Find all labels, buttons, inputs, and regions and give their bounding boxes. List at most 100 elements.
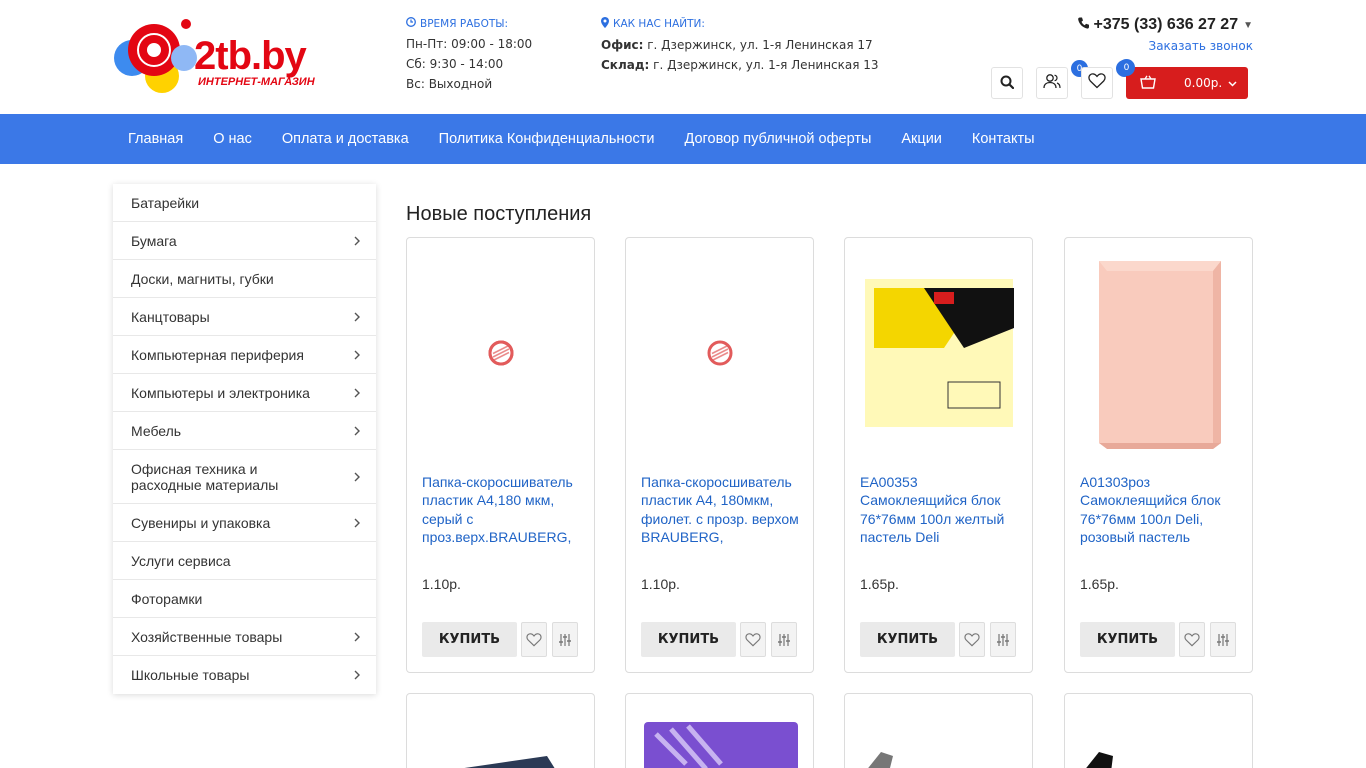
chevron-right-icon: [354, 309, 360, 325]
phone-icon: [1077, 16, 1089, 34]
chevron-right-icon: [354, 469, 360, 485]
sidebar-category-item[interactable]: Компьютеры и электроника: [113, 374, 376, 412]
product-card[interactable]: [844, 693, 1033, 768]
nav-about[interactable]: О нас: [198, 131, 267, 147]
nav-contacts[interactable]: Контакты: [957, 131, 1050, 147]
sidebar-category-label: Батарейки: [131, 194, 200, 211]
nav-privacy-policy[interactable]: Политика Конфиденциальности: [424, 131, 670, 147]
sidebar-category-item[interactable]: Бумага: [113, 222, 376, 260]
product-name[interactable]: Папка-скоросшиватель пластик А4, 180мкм,…: [641, 473, 801, 565]
product-card[interactable]: Папка-скоросшиватель пластик А4,180 мкм,…: [406, 237, 595, 673]
product-image[interactable]: [626, 238, 813, 468]
buy-button[interactable]: КУПИТЬ: [641, 622, 736, 657]
sidebar-category-item[interactable]: Хозяйственные товары: [113, 618, 376, 656]
buy-button[interactable]: КУПИТЬ: [860, 622, 955, 657]
sidebar-category-item[interactable]: Фоторамки: [113, 580, 376, 618]
sidebar-category-item[interactable]: Школьные товары: [113, 656, 376, 694]
working-hours-title: ВРЕМЯ РАБОТЫ:: [406, 17, 532, 30]
add-to-wishlist-button[interactable]: [959, 622, 985, 657]
compare-sliders-icon: [1217, 633, 1229, 646]
site-header: 2tb.by ИНТЕРНЕТ-МАГАЗИН ВРЕМЯ РАБОТЫ: Пн…: [0, 0, 1366, 114]
site-logo[interactable]: 2tb.by ИНТЕРНЕТ-МАГАЗИН: [112, 14, 348, 96]
no-image-icon: [488, 340, 513, 366]
nav-public-offer[interactable]: Договор публичной оферты: [670, 131, 887, 147]
sidebar-category-item[interactable]: Канцтовары: [113, 298, 376, 336]
section-title: Новые поступления: [406, 203, 592, 225]
warehouse-address: Склад: г. Дзержинск, ул. 1-я Ленинская 1…: [601, 58, 879, 72]
compare-sliders-icon: [559, 633, 571, 646]
add-to-compare-button[interactable]: [552, 622, 578, 657]
clock-icon: [406, 17, 416, 30]
chevron-right-icon: [354, 515, 360, 531]
office-address: Офис: г. Дзержинск, ул. 1-я Ленинская 17: [601, 38, 873, 52]
heart-icon: [1184, 632, 1200, 646]
product-image[interactable]: [845, 238, 1032, 468]
sidebar-category-item[interactable]: Услуги сервиса: [113, 542, 376, 580]
chevron-right-icon: [354, 385, 360, 401]
product-price: 1.65р.: [1080, 576, 1119, 592]
phone-number[interactable]: +375 (33) 636 27 27 ▼: [1077, 16, 1253, 34]
product-image: [464, 756, 555, 768]
search-button[interactable]: [991, 67, 1023, 99]
chevron-down-icon: [1228, 76, 1237, 90]
logo-emblem: [114, 19, 197, 93]
nav-payment-delivery[interactable]: Оплата и доставка: [267, 131, 424, 147]
product-price: 1.65р.: [860, 576, 899, 592]
product-price: 1.10р.: [422, 576, 461, 592]
hours-saturday: Сб: 9:30 - 14:00: [406, 57, 504, 71]
add-to-compare-button[interactable]: [1210, 622, 1236, 657]
category-sidebar: Батарейки Бумага Доски, магниты, губки Канц…: [113, 184, 376, 694]
heart-icon: [745, 632, 761, 646]
heart-icon: [526, 632, 542, 646]
sidebar-category-label: Мебель: [131, 422, 182, 439]
sidebar-category-label: Офисная техника и расходные материалы: [131, 460, 279, 493]
add-to-wishlist-button[interactable]: [740, 622, 766, 657]
sidebar-category-item[interactable]: Офисная техника и расходные материалы: [113, 450, 376, 504]
heart-icon: [964, 632, 980, 646]
buy-button[interactable]: КУПИТЬ: [422, 622, 517, 657]
product-image: [868, 752, 893, 768]
product-card[interactable]: [625, 693, 814, 768]
location-info: КАК НАС НАЙТИ: Офис: г. Дзержинск, ул. 1…: [601, 17, 879, 75]
cart-button[interactable]: 0 0.00р.: [1118, 59, 1248, 99]
nav-promotions[interactable]: Акции: [886, 131, 957, 147]
product-card[interactable]: EA00353 Самоклеящийся блок 76*76мм 100л …: [844, 237, 1033, 673]
heart-icon: [1088, 73, 1106, 93]
product-card[interactable]: [1064, 693, 1253, 768]
compare-sliders-icon: [997, 633, 1009, 646]
account-button[interactable]: 0: [1036, 60, 1088, 99]
buy-button[interactable]: КУПИТЬ: [1080, 622, 1175, 657]
product-card[interactable]: Папка-скоросшиватель пластик А4, 180мкм,…: [625, 237, 814, 673]
cart-count-badge: 0: [1118, 59, 1135, 76]
sidebar-category-label: Бумага: [131, 232, 177, 249]
sidebar-category-label: Хозяйственные товары: [131, 628, 283, 645]
add-to-compare-button[interactable]: [771, 622, 797, 657]
hours-weekdays: Пн-Пт: 09:00 - 18:00: [406, 37, 533, 51]
product-name[interactable]: A01303роз Самоклеящийся блок 76*76мм 100…: [1080, 473, 1240, 565]
sidebar-category-item[interactable]: Мебель: [113, 412, 376, 450]
product-card[interactable]: A01303роз Самоклеящийся блок 76*76мм 100…: [1064, 237, 1253, 673]
sidebar-category-label: Доски, магниты, губки: [131, 270, 274, 287]
add-to-compare-button[interactable]: [990, 622, 1016, 657]
product-name[interactable]: Папка-скоросшиватель пластик А4,180 мкм,…: [422, 473, 582, 565]
add-to-wishlist-button[interactable]: [1179, 622, 1205, 657]
callback-link[interactable]: Заказать звонок: [1149, 39, 1254, 53]
chevron-right-icon: [354, 667, 360, 683]
product-name[interactable]: EA00353 Самоклеящийся блок 76*76мм 100л …: [860, 473, 1020, 565]
product-image: [644, 722, 798, 768]
sidebar-category-item[interactable]: Сувениры и упаковка: [113, 504, 376, 542]
chevron-right-icon: [354, 423, 360, 439]
add-to-wishlist-button[interactable]: [521, 622, 547, 657]
sidebar-category-item[interactable]: Компьютерная периферия: [113, 336, 376, 374]
main-nav: Главная О нас Оплата и доставка Политика…: [0, 114, 1366, 164]
wishlist-button[interactable]: 0: [1081, 60, 1133, 99]
sidebar-category-label: Услуги сервиса: [131, 552, 231, 569]
nav-home[interactable]: Главная: [113, 131, 198, 147]
sidebar-category-item[interactable]: Батарейки: [113, 184, 376, 222]
product-card[interactable]: [406, 693, 595, 768]
product-image[interactable]: [407, 238, 594, 468]
sidebar-category-item[interactable]: Доски, магниты, губки: [113, 260, 376, 298]
map-pin-icon: [601, 17, 609, 31]
users-icon: [1043, 73, 1061, 93]
product-image[interactable]: [1065, 238, 1252, 468]
